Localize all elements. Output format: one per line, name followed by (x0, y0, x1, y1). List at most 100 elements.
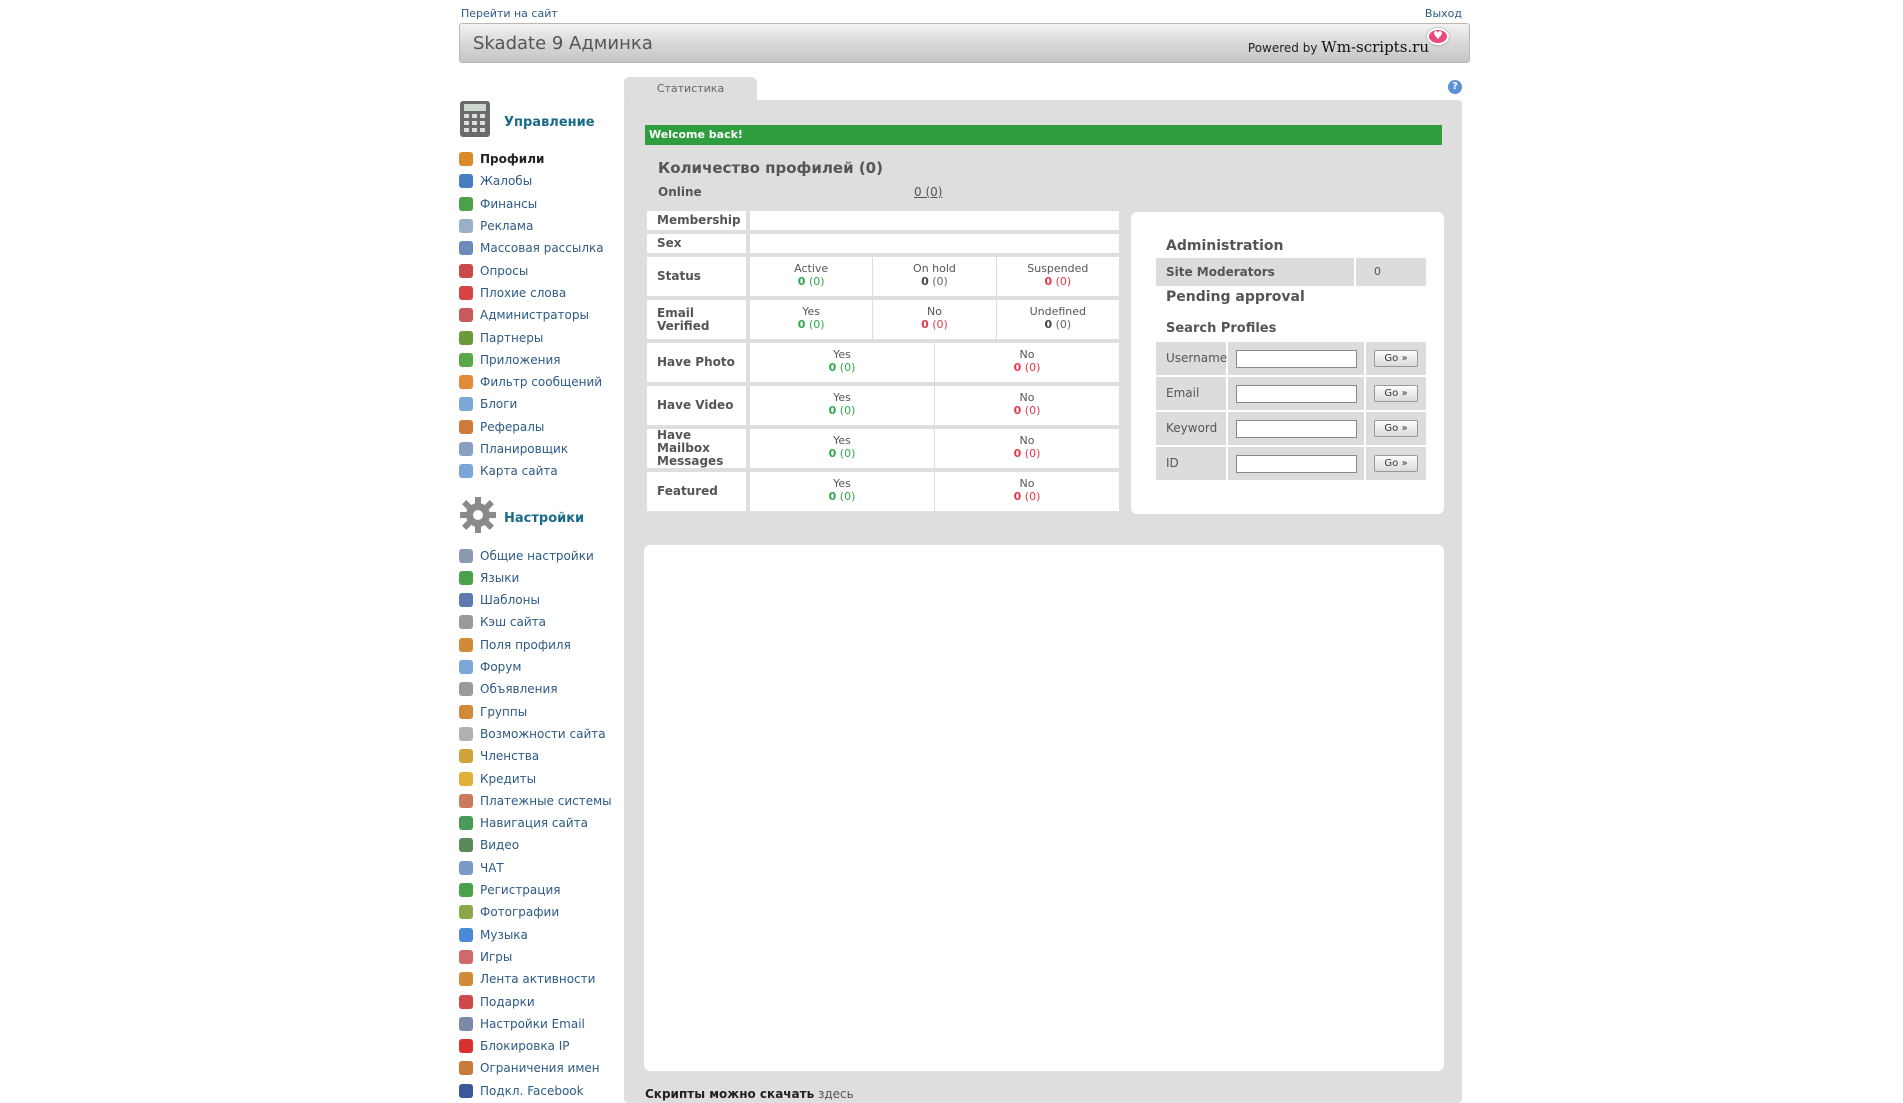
search-row-username: Username Go » (1156, 342, 1426, 375)
sidebar-item-label[interactable]: Группы (480, 705, 527, 719)
sidebar-item-label[interactable]: Финансы (480, 197, 537, 211)
sidebar-item-label[interactable]: Навигация сайта (480, 816, 588, 830)
sidebar-item-label[interactable]: Шаблоны (480, 593, 540, 607)
sidebar-item-label[interactable]: Подарки (480, 995, 535, 1009)
sidebar-item[interactable]: Рефералы (459, 416, 619, 438)
sidebar-item[interactable]: Видео (459, 834, 619, 856)
sidebar-item[interactable]: Игры (459, 946, 619, 968)
sidebar-item-label[interactable]: Общие настройки (480, 549, 594, 563)
sidebar-item-label[interactable]: Профили (480, 152, 544, 166)
search-email-go-button[interactable]: Go » (1374, 385, 1418, 402)
sidebar-item[interactable]: Финансы (459, 193, 619, 215)
sidebar-item[interactable]: Опросы (459, 259, 619, 281)
sidebar-item[interactable]: Лента активности (459, 968, 619, 990)
sidebar-item-label[interactable]: Объявления (480, 682, 558, 696)
sidebar-item-label[interactable]: Платежные системы (480, 794, 612, 808)
sidebar-item[interactable]: Платежные системы (459, 790, 619, 812)
sidebar-item[interactable]: Карта сайта (459, 460, 619, 482)
sidebar-item[interactable]: Блоги (459, 393, 619, 415)
sidebar-item[interactable]: Кредиты (459, 767, 619, 789)
footer-download-link[interactable]: здесь (818, 1087, 854, 1101)
sidebar-item-label[interactable]: Возможности сайта (480, 727, 606, 741)
search-id-input[interactable] (1235, 454, 1357, 473)
sidebar-item-label[interactable]: Фильтр сообщений (480, 375, 602, 389)
sidebar-item[interactable]: Партнеры (459, 326, 619, 348)
sidebar-item-label[interactable]: Подкл. Facebook (480, 1084, 584, 1098)
logout-link[interactable]: Выход (1425, 7, 1462, 20)
sidebar-item[interactable]: Администраторы (459, 304, 619, 326)
sidebar-item-label[interactable]: Музыка (480, 928, 528, 942)
sidebar-item[interactable]: Реклама (459, 215, 619, 237)
sidebar-item[interactable]: Форум (459, 656, 619, 678)
search-keyword-go-button[interactable]: Go » (1374, 420, 1418, 437)
sidebar-item-label[interactable]: ЧАТ (480, 861, 504, 875)
go-to-site-link[interactable]: Перейти на сайт (461, 7, 558, 20)
sidebar-item-label[interactable]: Ограничения имен (480, 1061, 600, 1075)
sidebar-item[interactable]: Группы (459, 701, 619, 723)
sidebar-item-label[interactable]: Опросы (480, 264, 528, 278)
sidebar-item[interactable]: Приложения (459, 349, 619, 371)
sidebar-item[interactable]: Фотографии (459, 901, 619, 923)
sidebar-item-label[interactable]: Жалобы (480, 174, 532, 188)
sidebar-item[interactable]: Музыка (459, 924, 619, 946)
sidebar-item-label[interactable]: Плохие слова (480, 286, 566, 300)
sidebar-item-label[interactable]: Блокировка IP (480, 1039, 570, 1053)
search-email-input[interactable] (1235, 384, 1357, 403)
online-value-link[interactable]: 0 (0) (914, 185, 942, 199)
sidebar-item[interactable]: Кэш сайта (459, 611, 619, 633)
sidebar-item[interactable]: Подарки (459, 990, 619, 1012)
sidebar-item-label[interactable]: Фотографии (480, 905, 559, 919)
sidebar-item[interactable]: Плохие слова (459, 282, 619, 304)
menu-item-icon (459, 442, 473, 456)
search-username-go-button[interactable]: Go » (1374, 350, 1418, 367)
sidebar-item-label[interactable]: Партнеры (480, 331, 543, 345)
help-icon[interactable]: ? (1448, 80, 1462, 94)
stats-cell-value: 0 (0) (750, 275, 872, 288)
sidebar-item-label[interactable]: Регистрация (480, 883, 560, 897)
sidebar-item[interactable]: Общие настройки (459, 544, 619, 566)
sidebar-item-label[interactable]: Языки (480, 571, 519, 585)
sidebar-item-label[interactable]: Поля профиля (480, 638, 571, 652)
search-username-input[interactable] (1235, 349, 1357, 368)
sidebar-item[interactable]: Планировщик (459, 438, 619, 460)
sidebar-item-label[interactable]: Планировщик (480, 442, 568, 456)
sidebar-item[interactable]: Массовая рассылка (459, 237, 619, 259)
sidebar-item-label[interactable]: Реклама (480, 219, 533, 233)
sidebar-item[interactable]: Подкл. Facebook (459, 1080, 619, 1102)
sidebar-item-label[interactable]: Форум (480, 660, 521, 674)
sidebar-item-label[interactable]: Настройки Email (480, 1017, 585, 1031)
sidebar-item[interactable]: Регистрация (459, 879, 619, 901)
search-id-go-button[interactable]: Go » (1374, 455, 1418, 472)
sidebar-item[interactable]: Шаблоны (459, 589, 619, 611)
search-keyword-input[interactable] (1235, 419, 1357, 438)
sidebar-item-label[interactable]: Лента активности (480, 972, 595, 986)
sidebar-item-label[interactable]: Приложения (480, 353, 561, 367)
sidebar-item-label[interactable]: Кэш сайта (480, 615, 546, 629)
sidebar-item[interactable]: Членства (459, 745, 619, 767)
sidebar-item-label[interactable]: Карта сайта (480, 464, 558, 478)
sidebar-item[interactable]: Языки (459, 567, 619, 589)
sidebar-item[interactable]: ЧАТ (459, 857, 619, 879)
sidebar-item[interactable]: Объявления (459, 678, 619, 700)
sidebar-item-label[interactable]: Игры (480, 950, 512, 964)
sidebar-item[interactable]: Возможности сайта (459, 723, 619, 745)
sidebar-item-label[interactable]: Кредиты (480, 772, 536, 786)
sidebar-item[interactable]: Профили (459, 148, 619, 170)
sidebar-item[interactable]: Жалобы (459, 170, 619, 192)
sidebar-item-label[interactable]: Администраторы (480, 308, 589, 322)
stats-cell: Yes 0 (0) (750, 386, 934, 425)
admin-header: Skadate 9 Админка Powered by Wm-scripts.… (459, 23, 1470, 63)
sidebar-item[interactable]: Ограничения имен (459, 1057, 619, 1079)
tab-statistics[interactable]: Статистика (624, 77, 757, 101)
sidebar-item[interactable]: Настройки Email (459, 1013, 619, 1035)
sidebar-item[interactable]: Поля профиля (459, 634, 619, 656)
sidebar-item-label[interactable]: Рефералы (480, 420, 544, 434)
sidebar-item[interactable]: Блокировка IP (459, 1035, 619, 1057)
sidebar-item[interactable]: Навигация сайта (459, 812, 619, 834)
sidebar-item-label[interactable]: Членства (480, 749, 539, 763)
sidebar-item-label[interactable]: Массовая рассылка (480, 241, 604, 255)
sidebar-item-label[interactable]: Видео (480, 838, 519, 852)
sidebar-item-label[interactable]: Блоги (480, 397, 517, 411)
sidebar-item[interactable]: Фильтр сообщений (459, 371, 619, 393)
heart-logo-icon (1427, 28, 1449, 45)
